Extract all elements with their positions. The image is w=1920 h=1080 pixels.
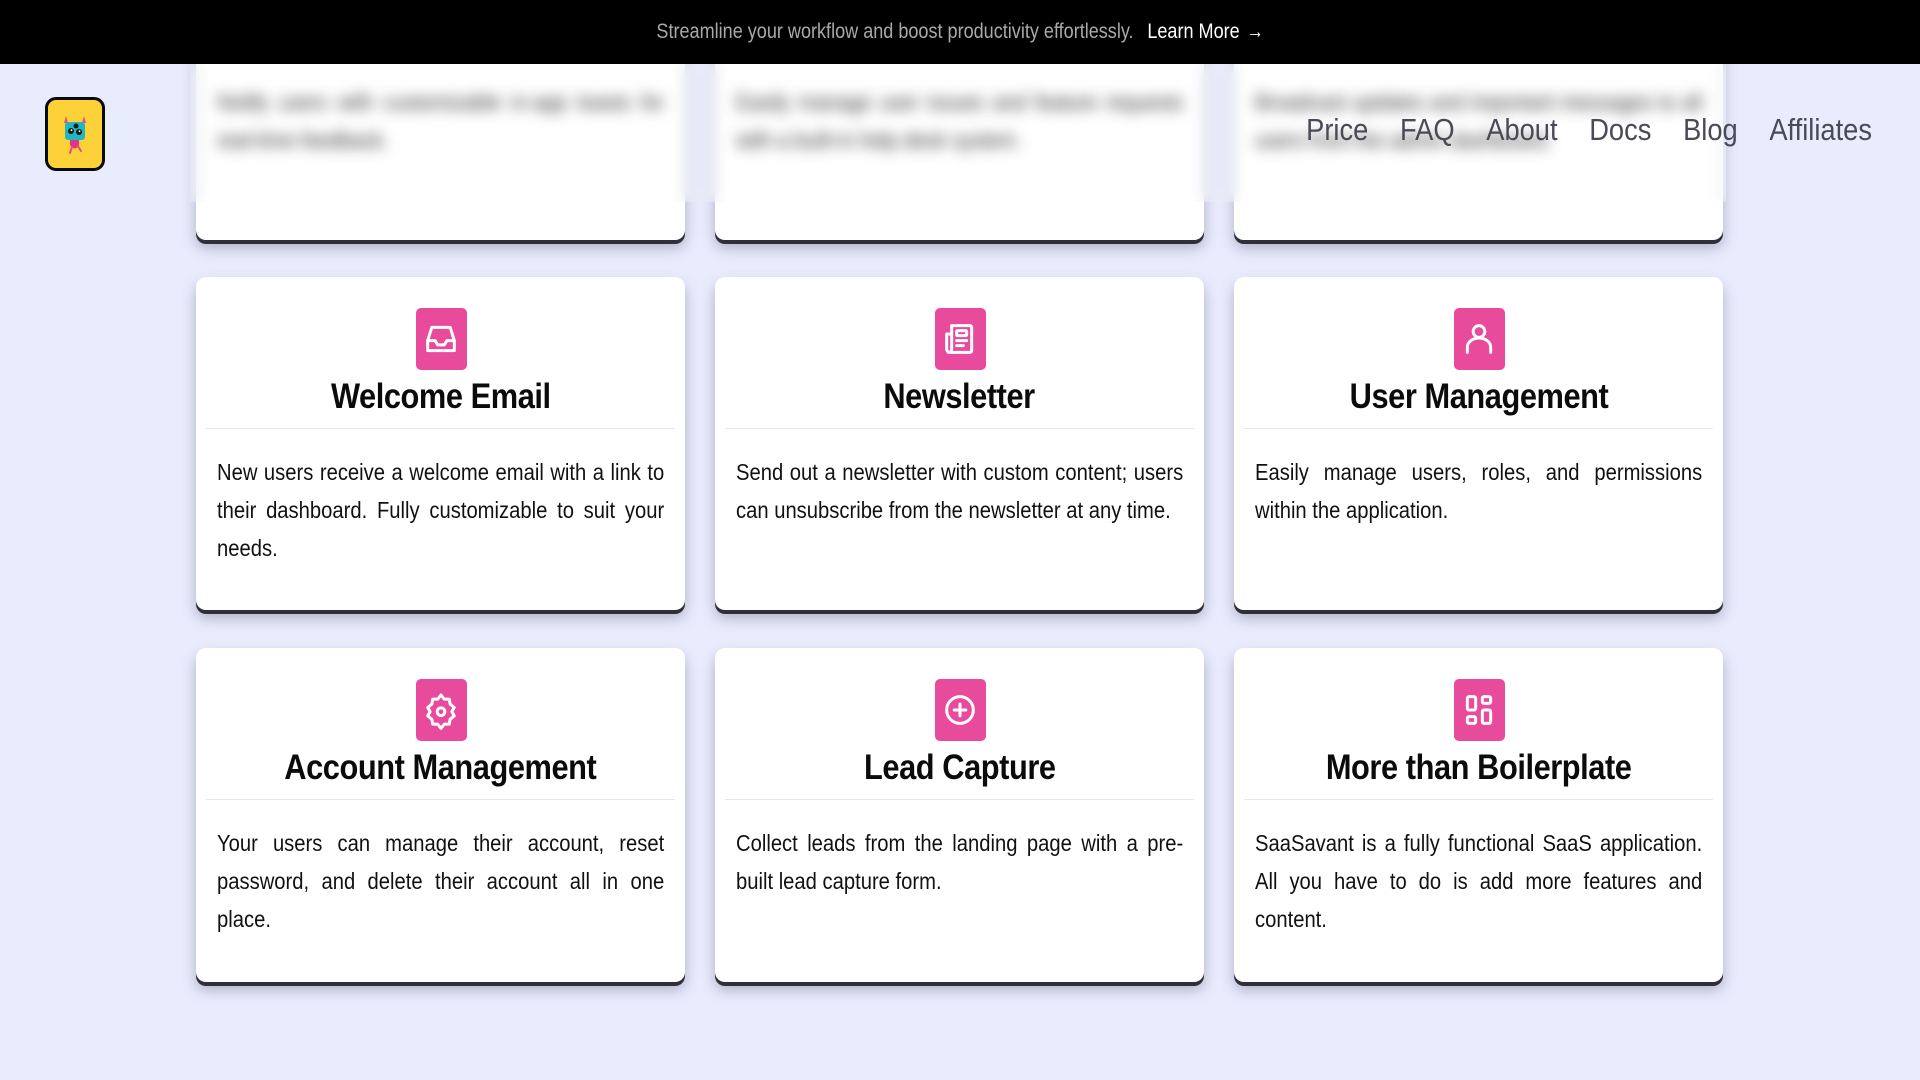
user-icon bbox=[1453, 308, 1505, 370]
feature-description: Easily manage users, roles, and permissi… bbox=[1255, 459, 1703, 523]
feature-title: Welcome Email bbox=[330, 377, 551, 416]
divider bbox=[725, 799, 1194, 800]
arrow-right-icon: → bbox=[1246, 20, 1264, 43]
plus-circle-icon bbox=[934, 679, 986, 741]
banner-content: Streamline your workflow and boost produ… bbox=[656, 20, 1263, 44]
feature-title: Lead Capture bbox=[863, 748, 1056, 787]
feature-description: Your users can manage their account, res… bbox=[217, 830, 665, 932]
nav-about[interactable]: About bbox=[1486, 112, 1557, 148]
divider bbox=[725, 428, 1194, 429]
main-nav: Price FAQ About Docs Blog Affiliates bbox=[1275, 112, 1872, 148]
nav-blog[interactable]: Blog bbox=[1683, 112, 1738, 148]
divider bbox=[1244, 799, 1713, 800]
gear-icon bbox=[415, 679, 467, 741]
nav-faq[interactable]: FAQ bbox=[1400, 112, 1455, 148]
learn-more-label: Learn More bbox=[1147, 20, 1240, 43]
feature-card-newsletter: Newsletter Send out a newsletter with cu… bbox=[715, 277, 1204, 610]
feature-description: SaaSavant is a fully functional SaaS app… bbox=[1255, 830, 1703, 932]
feature-title: Account Management bbox=[284, 748, 597, 787]
feature-card-lead-capture: Lead Capture Collect leads from the land… bbox=[715, 648, 1204, 982]
inbox-icon bbox=[415, 308, 467, 370]
feature-title: Newsletter bbox=[883, 377, 1036, 416]
banner-text: Streamline your workflow and boost produ… bbox=[656, 20, 1134, 43]
layout-grid-icon bbox=[1453, 679, 1505, 741]
nav-affiliates[interactable]: Affiliates bbox=[1769, 112, 1872, 148]
feature-description: Collect leads from the landing page with… bbox=[736, 830, 1184, 894]
logo-home-link[interactable] bbox=[45, 97, 105, 171]
nav-docs[interactable]: Docs bbox=[1589, 112, 1651, 148]
feature-description: New users receive a welcome email with a… bbox=[217, 459, 665, 561]
learn-more-link[interactable]: Learn More → bbox=[1147, 20, 1263, 44]
nav-price[interactable]: Price bbox=[1306, 112, 1368, 148]
announcement-banner: Streamline your workflow and boost produ… bbox=[0, 0, 1920, 64]
feature-title: User Management bbox=[1349, 377, 1608, 416]
divider bbox=[206, 799, 675, 800]
divider bbox=[206, 428, 675, 429]
newspaper-icon bbox=[934, 308, 986, 370]
feature-title: More than Boilerplate bbox=[1325, 748, 1632, 787]
feature-description: Send out a newsletter with custom conten… bbox=[736, 459, 1184, 523]
feature-card-welcome-email: Welcome Email New users receive a welcom… bbox=[196, 277, 685, 610]
feature-card-account-management: Account Management Your users can manage… bbox=[196, 648, 685, 982]
mascot-logo-icon bbox=[64, 116, 86, 154]
divider bbox=[1244, 428, 1713, 429]
feature-card-more-than-boilerplate: More than Boilerplate SaaSavant is a ful… bbox=[1234, 648, 1723, 982]
feature-card-user-management: User Management Easily manage users, rol… bbox=[1234, 277, 1723, 610]
